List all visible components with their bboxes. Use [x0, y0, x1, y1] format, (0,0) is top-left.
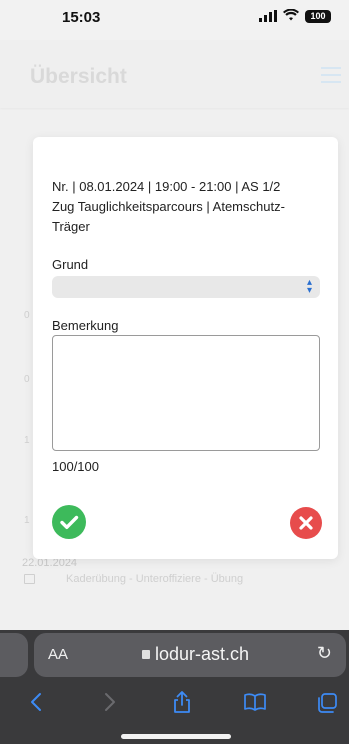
share-icon[interactable]	[172, 690, 192, 718]
grund-select[interactable]: ▴ ▾	[52, 276, 320, 298]
page-header: Übersicht	[0, 40, 349, 108]
event-title-line: Träger	[52, 219, 90, 234]
cancel-button[interactable]	[290, 507, 322, 539]
address-bar[interactable]: AA lodur-ast.ch ↻	[34, 633, 346, 677]
tabs-icon[interactable]	[316, 692, 338, 718]
checkmark-icon	[60, 515, 79, 529]
url-display[interactable]: lodur-ast.ch	[142, 644, 249, 665]
bemerkung-textarea[interactable]	[52, 335, 320, 451]
home-indicator	[121, 734, 231, 739]
menu-icon[interactable]	[321, 67, 341, 88]
battery-icon: 100	[305, 9, 331, 23]
bookmarks-icon[interactable]	[243, 692, 267, 716]
back-icon[interactable]	[30, 692, 42, 716]
calendar-icon	[24, 574, 35, 584]
browser-bottom-bar: AA lodur-ast.ch ↻	[0, 630, 349, 744]
url-text: lodur-ast.ch	[155, 644, 250, 664]
bg-date-fragment: 0	[24, 310, 30, 321]
event-title: Nr. | 08.01.2024 | 19:00 - 21:00 | AS 1/…	[52, 177, 327, 237]
browser-toolbar	[0, 684, 349, 724]
event-title-line: Nr. | 08.01.2024 | 19:00 - 21:00 | AS 1/…	[52, 179, 281, 194]
status-icons: 100	[259, 8, 331, 23]
wifi-icon	[283, 8, 299, 23]
previous-tab-bar[interactable]	[0, 633, 28, 677]
lock-icon	[142, 650, 150, 659]
chevron-updown-icon: ▴ ▾	[306, 277, 312, 296]
bg-date-fragment: 1	[24, 435, 30, 446]
reload-icon[interactable]: ↻	[317, 643, 332, 664]
cellular-signal-icon	[259, 10, 277, 22]
page-title: Übersicht	[30, 65, 127, 88]
bg-date-fragment: 1	[24, 515, 30, 526]
forward-icon[interactable]	[104, 692, 116, 716]
confirm-button[interactable]	[52, 505, 86, 539]
character-counter: 100/100	[52, 459, 99, 474]
bg-event-title[interactable]: Kaderübung - Unteroffiziere - Übung	[66, 573, 243, 585]
event-title-line: Zug Tauglichkeitsparcours | Atemschutz-	[52, 199, 285, 214]
grund-label: Grund	[52, 257, 89, 272]
reader-options-button[interactable]: AA	[48, 646, 68, 663]
status-bar: 15:03 100	[0, 0, 349, 40]
absence-modal: Nr. | 08.01.2024 | 19:00 - 21:00 | AS 1/…	[33, 137, 338, 559]
bemerkung-label: Bemerkung	[52, 318, 119, 333]
bg-date-fragment: 0	[24, 374, 30, 385]
status-time: 15:03	[62, 9, 101, 26]
close-icon	[299, 516, 313, 530]
